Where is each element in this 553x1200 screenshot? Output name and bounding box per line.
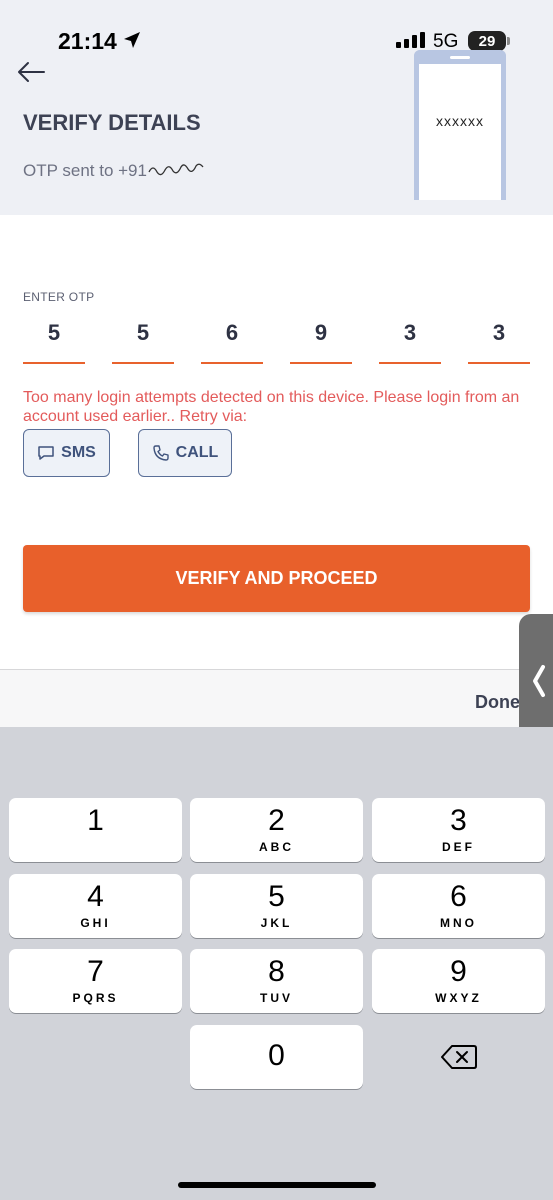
cellular-signal-icon xyxy=(396,32,425,48)
back-arrow-icon[interactable] xyxy=(16,60,46,84)
key-8[interactable]: 8 TUV xyxy=(190,949,363,1013)
home-indicator[interactable] xyxy=(178,1182,376,1188)
key-0-number: 0 xyxy=(268,1039,285,1072)
key-9[interactable]: 9 WXYZ xyxy=(372,949,545,1013)
backspace-icon xyxy=(440,1045,477,1069)
enter-otp-label: ENTER OTP xyxy=(23,290,95,304)
battery-nub xyxy=(507,37,510,45)
key-2-number: 2 xyxy=(268,804,285,837)
otp-digit-2[interactable]: 5 xyxy=(112,320,174,364)
error-message: Too many login attempts detected on this… xyxy=(23,389,520,425)
key-1[interactable]: 1 xyxy=(9,798,182,862)
otp-digit-1[interactable]: 5 xyxy=(23,320,85,364)
retry-sms-button[interactable]: SMS xyxy=(23,429,110,477)
delete-key[interactable] xyxy=(372,1025,545,1089)
key-5[interactable]: 5 JKL xyxy=(190,874,363,938)
key-4-letters: GHI xyxy=(80,916,111,930)
key-7-number: 7 xyxy=(87,955,104,988)
key-3-number: 3 xyxy=(450,804,467,837)
key-9-letters: WXYZ xyxy=(435,991,482,1005)
key-4[interactable]: 4 GHI xyxy=(9,874,182,938)
redaction-scribble xyxy=(148,163,204,176)
otp-sent-label: OTP sent to +91 xyxy=(23,161,147,180)
phone-illustration-speaker xyxy=(450,56,470,59)
key-2-letters: ABC xyxy=(259,840,294,854)
otp-digit-5[interactable]: 3 xyxy=(379,320,441,364)
key-5-number: 5 xyxy=(268,880,285,913)
otp-digit-3[interactable]: 6 xyxy=(201,320,263,364)
phone-icon xyxy=(152,445,169,461)
key-7-letters: PQRS xyxy=(72,991,119,1005)
location-arrow-icon xyxy=(124,32,140,48)
phone-masked-number: xxxxxx xyxy=(436,113,484,129)
verify-and-proceed-button[interactable]: VERIFY AND PROCEED xyxy=(23,545,530,612)
status-time: 21:14 xyxy=(58,28,117,54)
key-0[interactable]: 0 xyxy=(190,1025,363,1089)
chevron-left-icon xyxy=(533,664,545,697)
otp-sent-text: OTP sent to +91 xyxy=(23,160,209,181)
chat-bubble-icon xyxy=(38,446,54,460)
key-4-number: 4 xyxy=(87,880,104,913)
battery-level: 29 xyxy=(478,32,496,50)
key-6[interactable]: 6 MNO xyxy=(372,874,545,938)
verify-button-label: VERIFY AND PROCEED xyxy=(175,568,378,588)
key-3[interactable]: 3 DEF xyxy=(372,798,545,862)
retry-sms-label: SMS xyxy=(61,444,96,461)
otp-digit-6[interactable]: 3 xyxy=(468,320,530,364)
retry-call-label: CALL xyxy=(175,444,219,461)
page-title: VERIFY DETAILS xyxy=(23,110,201,135)
battery-icon: 29 xyxy=(468,31,506,51)
key-6-letters: MNO xyxy=(440,916,477,930)
otp-digit-4[interactable]: 9 xyxy=(290,320,352,364)
keyboard-accessory-bar xyxy=(0,669,553,727)
key-1-number: 1 xyxy=(87,804,104,837)
retry-call-button[interactable]: CALL xyxy=(138,429,232,477)
key-5-letters: JKL xyxy=(260,916,293,930)
key-2[interactable]: 2 ABC xyxy=(190,798,363,862)
key-6-number: 6 xyxy=(450,880,467,913)
key-8-number: 8 xyxy=(268,955,285,988)
key-7[interactable]: 7 PQRS xyxy=(9,949,182,1013)
key-3-letters: DEF xyxy=(442,840,475,854)
key-8-letters: TUV xyxy=(260,991,293,1005)
key-9-number: 9 xyxy=(450,955,467,988)
